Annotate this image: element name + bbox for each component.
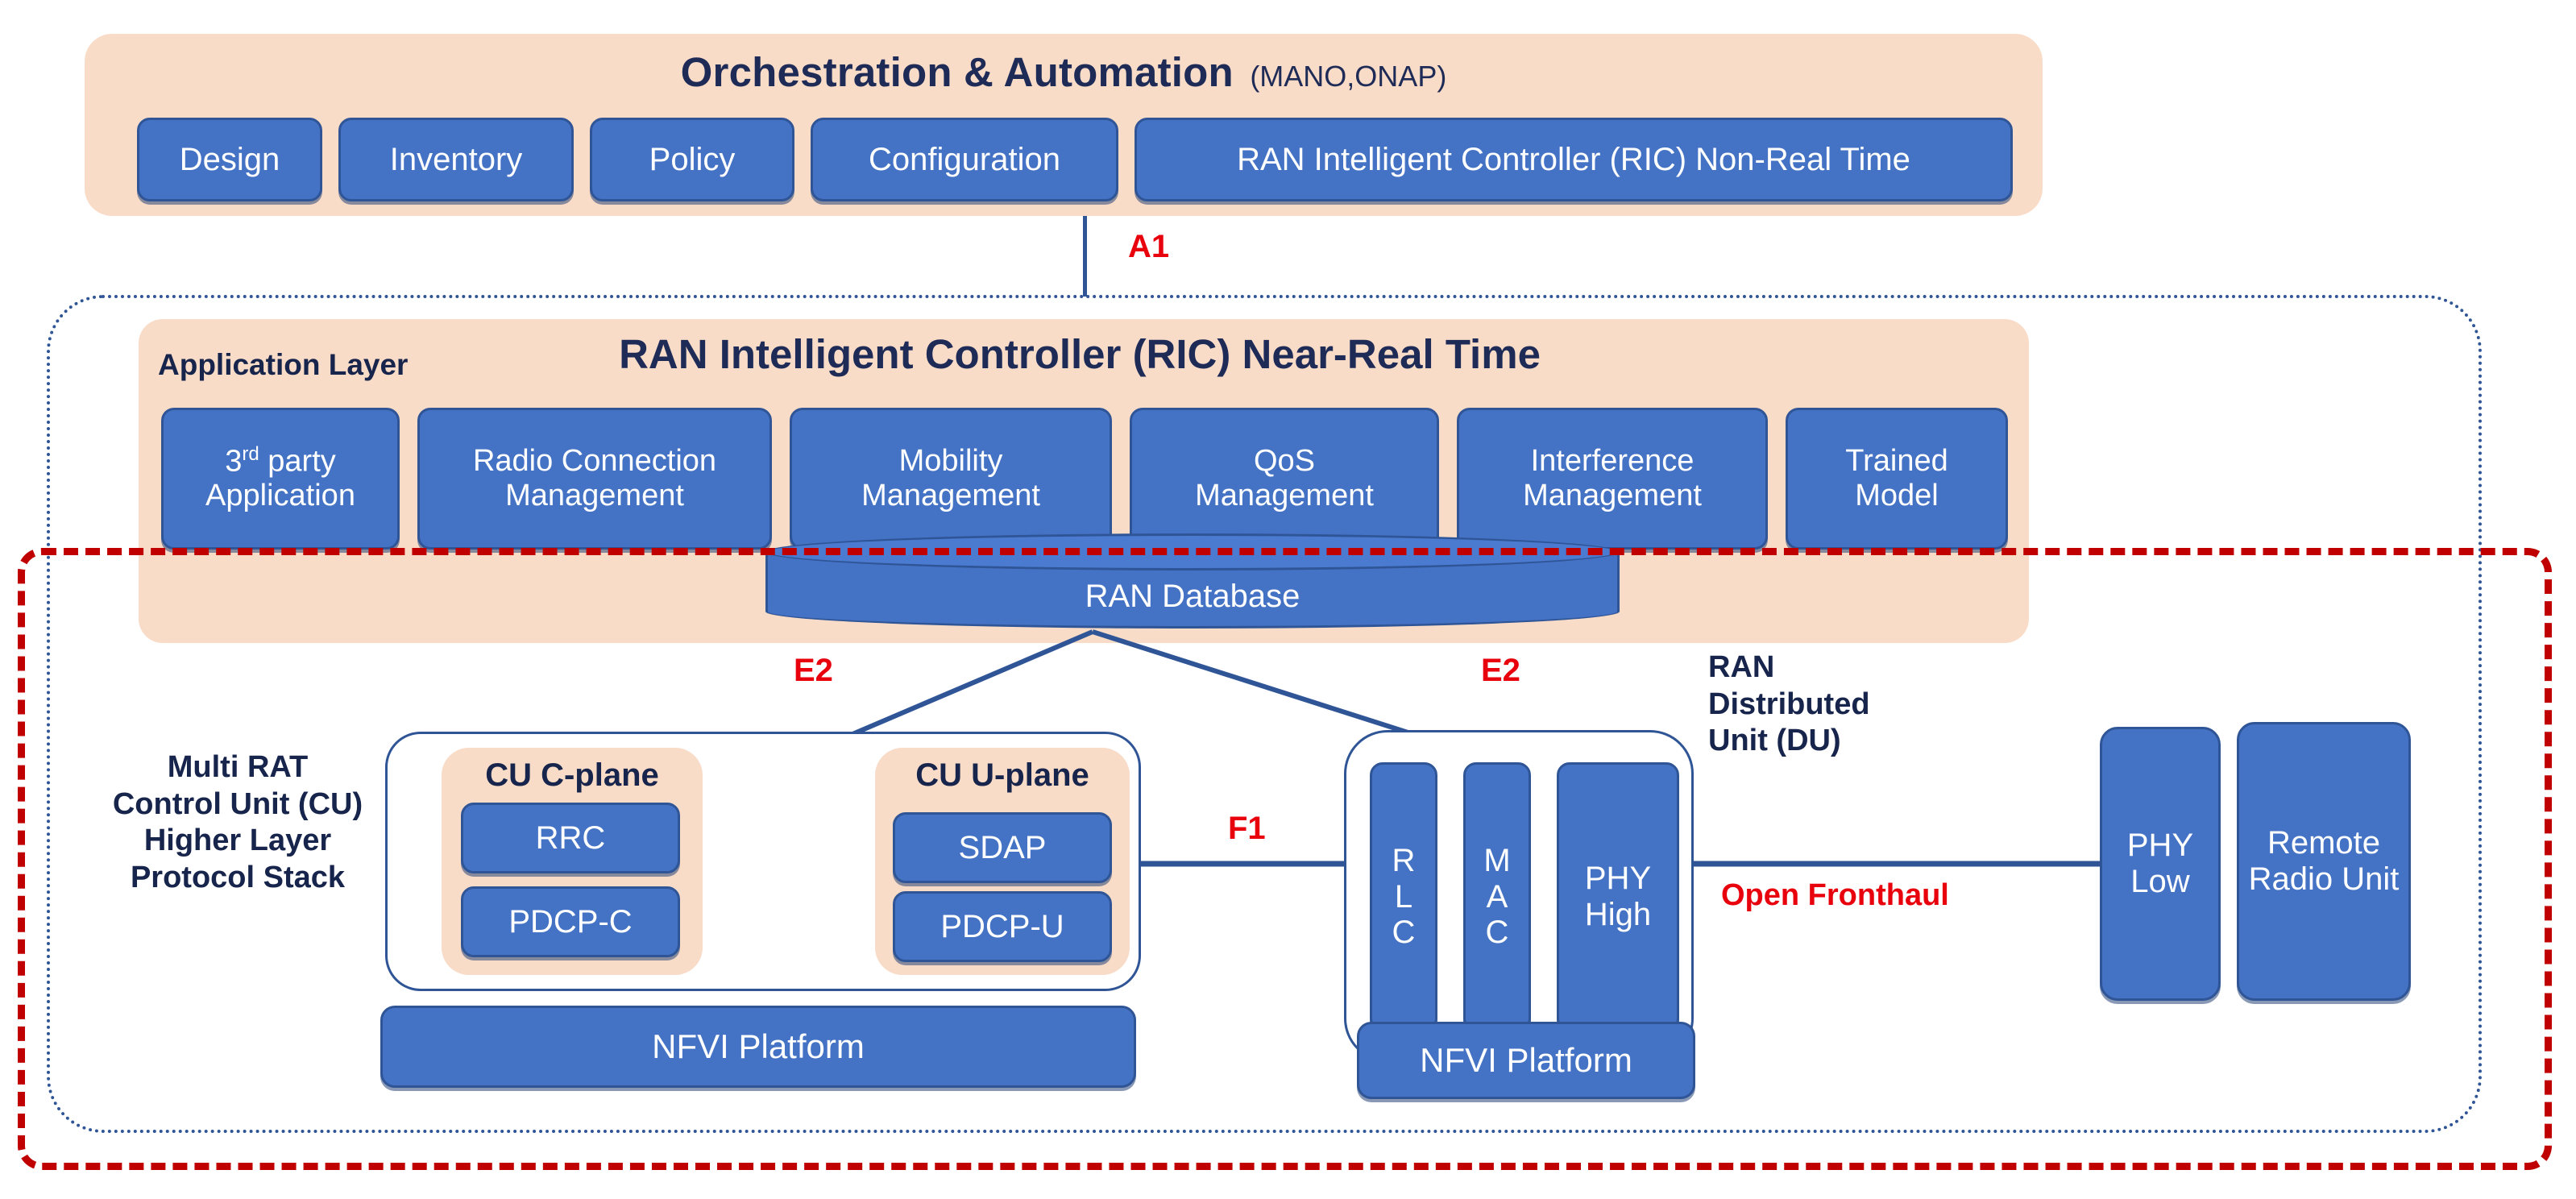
du-side-label-line3: Unit (DU) [1708,724,1841,758]
ric-title-text: RAN Intelligent Controller (RIC) Near-Re… [619,331,1541,377]
ric-app-mobility-management-line1: Mobility [898,444,1003,479]
du-side-label-line1: RAN [1708,650,1775,684]
cu-u-plane-title: CU U-plane [915,757,1089,793]
du-block-mac-letter-2: A [1486,878,1508,915]
du-block-mac-letter-1: M [1483,842,1511,878]
button-inventory[interactable]: Inventory [338,118,574,201]
du-side-label: RAN Distributed Unit (DU) [1708,649,1950,760]
ric-app-qos-management-line2: Management [1195,479,1374,512]
ric-title: RAN Intelligent Controller (RIC) Near-Re… [387,330,1773,378]
du-block-phy-high-line1: PHY [1584,861,1652,897]
ric-app-qos-management[interactable]: QoS Management [1130,408,1439,550]
orchestration-title: Orchestration & Automation (MANO,ONAP) [85,48,2043,95]
ric-app-3rd-party-line1: 3rd party [225,443,336,479]
cu-c-plane-block-pdcp-c[interactable]: PDCP-C [461,886,680,957]
cu-c-plane-title: CU C-plane [485,757,659,793]
ric-app-3rd-party-line2: Application [205,479,355,513]
e2-left-label: E2 [794,653,833,688]
ric-app-trained-model[interactable]: Trained Model [1786,408,2008,550]
orchestration-title-suffix: (MANO,ONAP) [1250,60,1447,93]
phy-low-line2: Low [2130,864,2190,899]
ric-app-mobility-management-line2: Management [861,479,1040,512]
cu-u-plane-block-pdcp-u-label: PDCP-U [940,908,1064,944]
button-policy-label: Policy [649,141,736,177]
cu-c-plane-block-rrc[interactable]: RRC [461,803,680,873]
du-side-label-line2: Distributed [1708,687,1870,721]
du-block-phy-high[interactable]: PHY High [1557,762,1679,1031]
ric-app-trained-model-line2: Model [1855,479,1939,512]
button-configuration[interactable]: Configuration [811,118,1118,201]
ric-app-trained-model-line1: Trained [1845,444,1948,479]
a1-label: A1 [1128,229,1170,264]
du-block-mac-letter-3: C [1485,915,1509,951]
cu-side-label-line3: Higher Layer [143,824,332,858]
ric-app-interference-management[interactable]: Interference Management [1457,408,1768,550]
application-layer-label: Application Layer [158,348,409,381]
button-inventory-label: Inventory [389,141,523,177]
cu-nfvi-platform[interactable]: NFVI Platform [380,1006,1136,1088]
cu-c-plane-block-rrc-label: RRC [535,819,606,856]
button-design-label: Design [179,141,280,177]
ric-app-interference-management-line1: Interference [1530,444,1695,479]
remote-radio-unit-block[interactable]: Remote Radio Unit [2237,722,2411,1001]
ric-app-radio-connection-management[interactable]: Radio Connection Management [417,408,772,550]
cu-c-plane-block-pdcp-c-label: PDCP-C [508,903,633,940]
f1-label: F1 [1228,811,1266,846]
button-configuration-label: Configuration [869,141,1060,177]
cu-u-plane-block-sdap[interactable]: SDAP [893,812,1112,883]
button-ric-non-real-time-label: RAN Intelligent Controller (RIC) Non-Rea… [1237,141,1910,177]
phy-low-line1: PHY [2126,828,2194,864]
du-block-rlc-letter-2: L [1394,878,1413,915]
ric-app-3rd-party[interactable]: 3rd party Application [161,408,400,550]
du-block-rlc-letter-1: R [1392,842,1416,878]
cu-nfvi-platform-label: NFVI Platform [652,1027,865,1066]
e2-right-label: E2 [1481,653,1520,688]
cu-side-label: Multi RAT Control Unit (CU) Higher Layer… [105,749,371,896]
du-block-rlc[interactable]: R L C [1370,762,1437,1031]
du-block-phy-high-line2: High [1584,897,1652,932]
ric-app-mobility-management[interactable]: Mobility Management [790,408,1112,550]
ric-app-interference-management-line2: Management [1523,479,1702,512]
a1-connector-line [1083,216,1087,297]
oran-architecture-diagram: Orchestration & Automation (MANO,ONAP) D… [0,0,2576,1199]
phy-low-block[interactable]: PHY Low [2100,727,2221,1001]
button-policy[interactable]: Policy [590,118,794,201]
cu-u-plane-block-pdcp-u[interactable]: PDCP-U [893,891,1112,962]
ric-app-radio-connection-management-line1: Radio Connection [472,444,717,479]
button-design[interactable]: Design [137,118,322,201]
open-fronthaul-label: Open Fronthaul [1721,878,1949,912]
cu-side-label-line1: Multi RAT [167,750,309,784]
cu-side-label-line4: Protocol Stack [130,860,346,894]
du-block-mac[interactable]: M A C [1463,762,1531,1031]
du-nfvi-platform-label: NFVI Platform [1420,1041,1632,1080]
du-nfvi-platform[interactable]: NFVI Platform [1357,1022,1695,1099]
remote-radio-unit-line1: Remote [2267,825,2381,861]
button-ric-non-real-time[interactable]: RAN Intelligent Controller (RIC) Non-Rea… [1135,118,2013,201]
du-block-rlc-letter-3: C [1392,915,1416,951]
orchestration-title-text: Orchestration & Automation [680,49,1234,95]
ric-app-qos-management-line1: QoS [1253,444,1316,479]
remote-radio-unit-line2: Radio Unit [2248,861,2400,897]
ric-app-radio-connection-management-line2: Management [505,479,684,512]
cu-side-label-line2: Control Unit (CU) [112,786,363,821]
cu-u-plane-block-sdap-label: SDAP [958,829,1047,865]
